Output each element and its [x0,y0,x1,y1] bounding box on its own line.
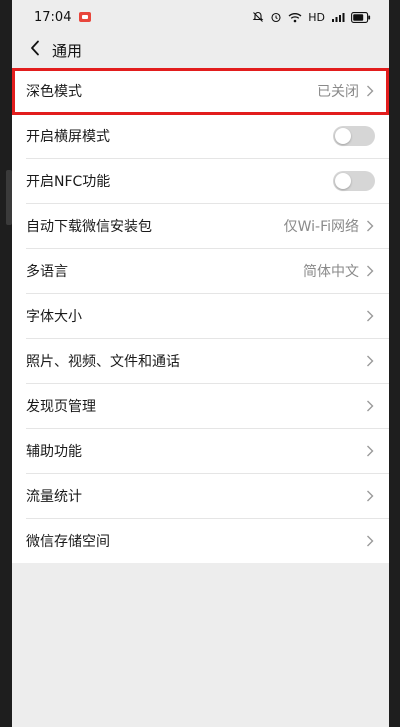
row-label: 开启横屏模式 [26,128,110,145]
network-label: HD [308,10,325,24]
chevron-right-icon [365,309,375,323]
back-button[interactable] [24,39,46,61]
row-media[interactable]: 照片、视频、文件和通话 [12,338,389,383]
status-bar: 17:04 HD [12,0,389,34]
row-value: 已关闭 [317,83,359,100]
row-label: 字体大小 [26,308,82,325]
settings-list: 深色模式 已关闭 开启横屏模式 开启NFC功能 自动下载微信安装包 仅Wi-Fi… [12,68,389,563]
bell-off-icon [252,11,264,23]
chevron-right-icon [365,264,375,278]
nav-header: 通用 [12,34,389,66]
row-font-size[interactable]: 字体大小 [12,293,389,338]
row-label: 微信存储空间 [26,533,110,550]
chevron-right-icon [365,399,375,413]
chevron-right-icon [365,534,375,548]
page-title: 通用 [52,41,83,60]
row-storage[interactable]: 微信存储空间 [12,518,389,563]
row-dark-mode[interactable]: 深色模式 已关闭 [12,68,389,113]
status-time: 17:04 [34,9,72,25]
row-nfc: 开启NFC功能 [12,158,389,203]
row-value: 仅Wi-Fi网络 [283,218,359,235]
chevron-right-icon [365,354,375,368]
back-arrow-icon [30,40,40,60]
row-label: 照片、视频、文件和通话 [26,353,180,370]
row-traffic[interactable]: 流量统计 [12,473,389,518]
chevron-right-icon [365,219,375,233]
row-label: 自动下载微信安装包 [26,218,152,235]
chevron-right-icon [365,444,375,458]
screen: 17:04 HD 通用 深色模式 已关闭 开启横屏模式 开启NFC功能 自动下载… [12,0,389,727]
alarm-icon [270,11,282,23]
row-auto-download[interactable]: 自动下载微信安装包 仅Wi-Fi网络 [12,203,389,248]
row-language[interactable]: 多语言 简体中文 [12,248,389,293]
toggle-knob [335,127,351,144]
battery-icon [351,11,371,23]
row-label: 流量统计 [26,488,82,505]
chevron-right-icon [365,489,375,503]
chevron-right-icon [365,84,375,98]
wifi-icon [288,12,302,23]
row-label: 辅助功能 [26,443,82,460]
toggle-knob [335,172,351,189]
nfc-toggle[interactable] [333,170,375,191]
notification-icon [79,12,92,22]
row-label: 深色模式 [26,83,82,100]
signal-icon [331,12,345,23]
device-frame: 17:04 HD 通用 深色模式 已关闭 开启横屏模式 开启NFC功能 自动下载… [0,0,400,727]
row-value: 简体中文 [303,263,359,280]
row-accessibility[interactable]: 辅助功能 [12,428,389,473]
landscape-toggle[interactable] [333,125,375,146]
row-landscape-mode: 开启横屏模式 [12,113,389,158]
row-discover[interactable]: 发现页管理 [12,383,389,428]
row-label: 开启NFC功能 [26,173,111,190]
row-label: 发现页管理 [26,398,96,415]
status-icons: HD [252,11,371,24]
row-label: 多语言 [26,263,68,280]
